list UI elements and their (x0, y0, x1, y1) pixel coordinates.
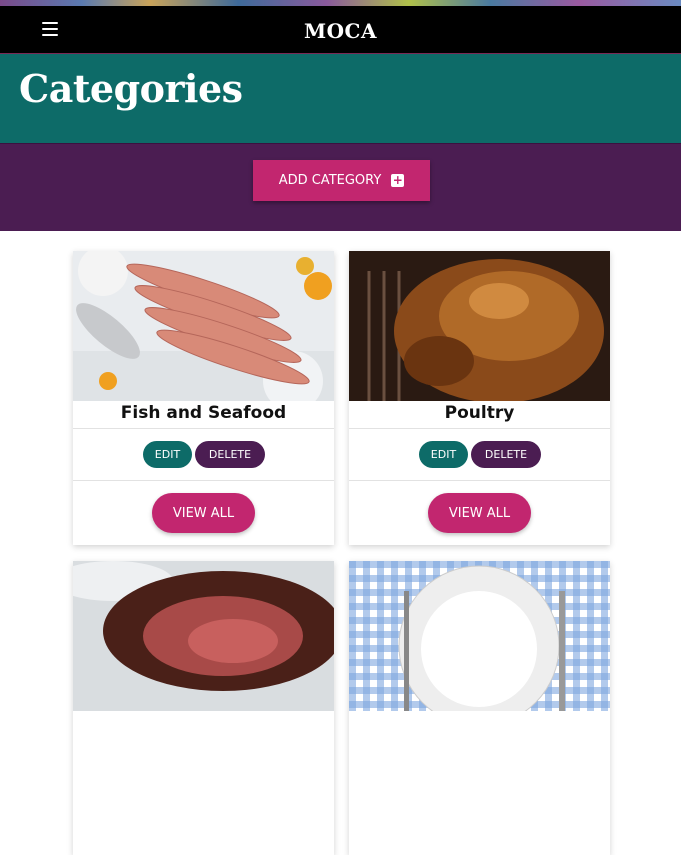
page-title: Categories (19, 66, 243, 111)
view-all-button[interactable]: VIEW ALL (152, 493, 255, 533)
add-category-label: ADD CATEGORY (278, 173, 382, 188)
divider (349, 428, 610, 429)
fish-image (73, 251, 334, 401)
delete-button[interactable]: DELETE (195, 441, 265, 468)
brand-logo[interactable]: MOCA (0, 19, 681, 43)
delete-button[interactable]: DELETE (471, 441, 541, 468)
poultry-image (349, 251, 610, 401)
category-title: Poultry (444, 403, 515, 423)
toolbar: ADD CATEGORY + (0, 143, 681, 231)
page-header: Categories (0, 54, 681, 143)
plate-image (349, 561, 610, 711)
navbar: MOCA (0, 6, 681, 54)
category-card-meat (73, 561, 334, 855)
meat-image (73, 561, 334, 711)
category-card-fish: Fish and Seafood EDIT DELETE VIEW ALL (73, 251, 334, 545)
category-card-plate (349, 561, 610, 855)
plus-square-icon: + (391, 173, 405, 187)
edit-button[interactable]: EDIT (419, 441, 468, 468)
category-title: Fish and Seafood (120, 403, 287, 423)
view-all-button[interactable]: VIEW ALL (428, 493, 531, 533)
add-category-button[interactable]: ADD CATEGORY + (253, 160, 430, 201)
divider (73, 428, 334, 429)
category-card-poultry: Poultry EDIT DELETE VIEW ALL (349, 251, 610, 545)
divider (349, 480, 610, 481)
edit-button[interactable]: EDIT (143, 441, 192, 468)
divider (73, 480, 334, 481)
